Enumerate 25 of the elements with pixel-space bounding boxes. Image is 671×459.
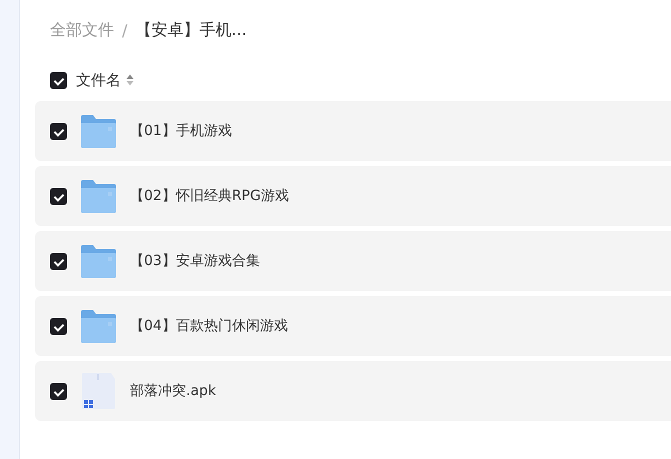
- file-row[interactable]: 部落冲突.apk: [35, 361, 671, 421]
- breadcrumb-separator: /: [122, 20, 128, 40]
- file-name[interactable]: 【02】怀旧经典RPG游戏: [130, 187, 289, 205]
- checkbox[interactable]: [50, 382, 67, 400]
- file-row[interactable]: 【01】手机游戏: [35, 101, 671, 161]
- file-row[interactable]: 【03】安卓游戏合集: [35, 231, 671, 291]
- file-name[interactable]: 【01】手机游戏: [130, 122, 232, 140]
- column-header[interactable]: 文件名: [76, 70, 121, 90]
- file-row[interactable]: 【02】怀旧经典RPG游戏: [35, 166, 671, 226]
- folder-icon: [80, 114, 117, 148]
- breadcrumb-current: 【安卓】手机...: [135, 20, 247, 40]
- file-name[interactable]: 【04】百款热门休闲游戏: [130, 317, 288, 335]
- file-row[interactable]: 【04】百款热门休闲游戏: [35, 296, 671, 356]
- package-icon: [80, 372, 117, 410]
- file-name[interactable]: 部落冲突.apk: [130, 382, 216, 400]
- checkbox[interactable]: [50, 72, 67, 88]
- checkbox[interactable]: [50, 122, 67, 140]
- checkbox[interactable]: [50, 252, 67, 270]
- folder-icon: [80, 244, 117, 278]
- sort-icon[interactable]: [126, 74, 134, 86]
- file-name[interactable]: 【03】安卓游戏合集: [130, 252, 260, 270]
- folder-icon: [80, 179, 117, 213]
- checkbox[interactable]: [50, 188, 67, 204]
- checkbox[interactable]: [50, 318, 67, 334]
- folder-icon: [80, 309, 117, 343]
